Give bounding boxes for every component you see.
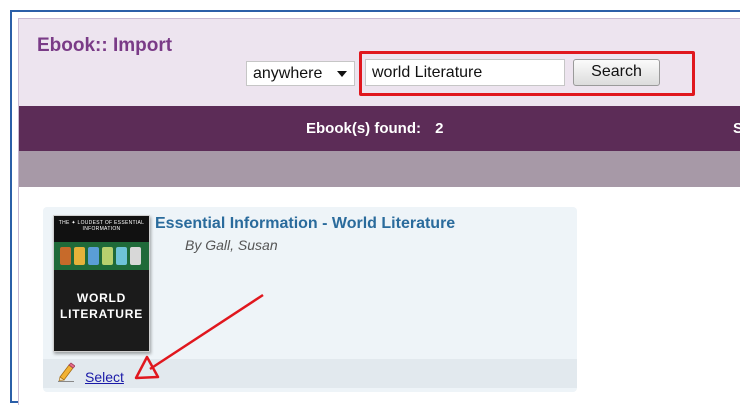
results-bar: Ebook(s) found: 2 S bbox=[19, 106, 740, 151]
pencil-icon bbox=[58, 362, 75, 382]
book-cover: THE ✦ LOUDEST OF ESSENTIAL INFORMATION W… bbox=[53, 215, 150, 352]
select-row: Select bbox=[43, 359, 577, 388]
cover-image-strip bbox=[54, 242, 149, 270]
header: Ebook:: Import anywhere Search bbox=[19, 19, 740, 106]
results-found-label: Ebook(s) found: bbox=[306, 120, 421, 137]
import-panel: Ebook:: Import anywhere Search Ebook(s) … bbox=[18, 18, 740, 405]
book-author: By Gall, Susan bbox=[185, 237, 278, 253]
ebook-result-card: THE ✦ LOUDEST OF ESSENTIAL INFORMATION W… bbox=[43, 207, 577, 392]
cover-series-text: THE ✦ LOUDEST OF ESSENTIAL INFORMATION bbox=[58, 220, 145, 232]
scope-value: anywhere bbox=[253, 65, 323, 82]
cover-title: WORLD LITERATURE bbox=[59, 291, 144, 321]
search-highlight-box bbox=[359, 51, 695, 96]
toolbar-band bbox=[19, 151, 740, 187]
search-scope-select[interactable]: anywhere bbox=[246, 61, 355, 86]
page-title: Ebook:: Import bbox=[37, 35, 173, 56]
book-title-link[interactable]: Essential Information - World Literature bbox=[155, 215, 455, 233]
results-count: 2 bbox=[435, 120, 444, 137]
results-found: Ebook(s) found: 2 bbox=[306, 120, 444, 137]
caret-down-icon bbox=[337, 71, 347, 77]
results-bar-cutoff-text: S bbox=[733, 120, 740, 137]
select-link[interactable]: Select bbox=[85, 369, 124, 385]
